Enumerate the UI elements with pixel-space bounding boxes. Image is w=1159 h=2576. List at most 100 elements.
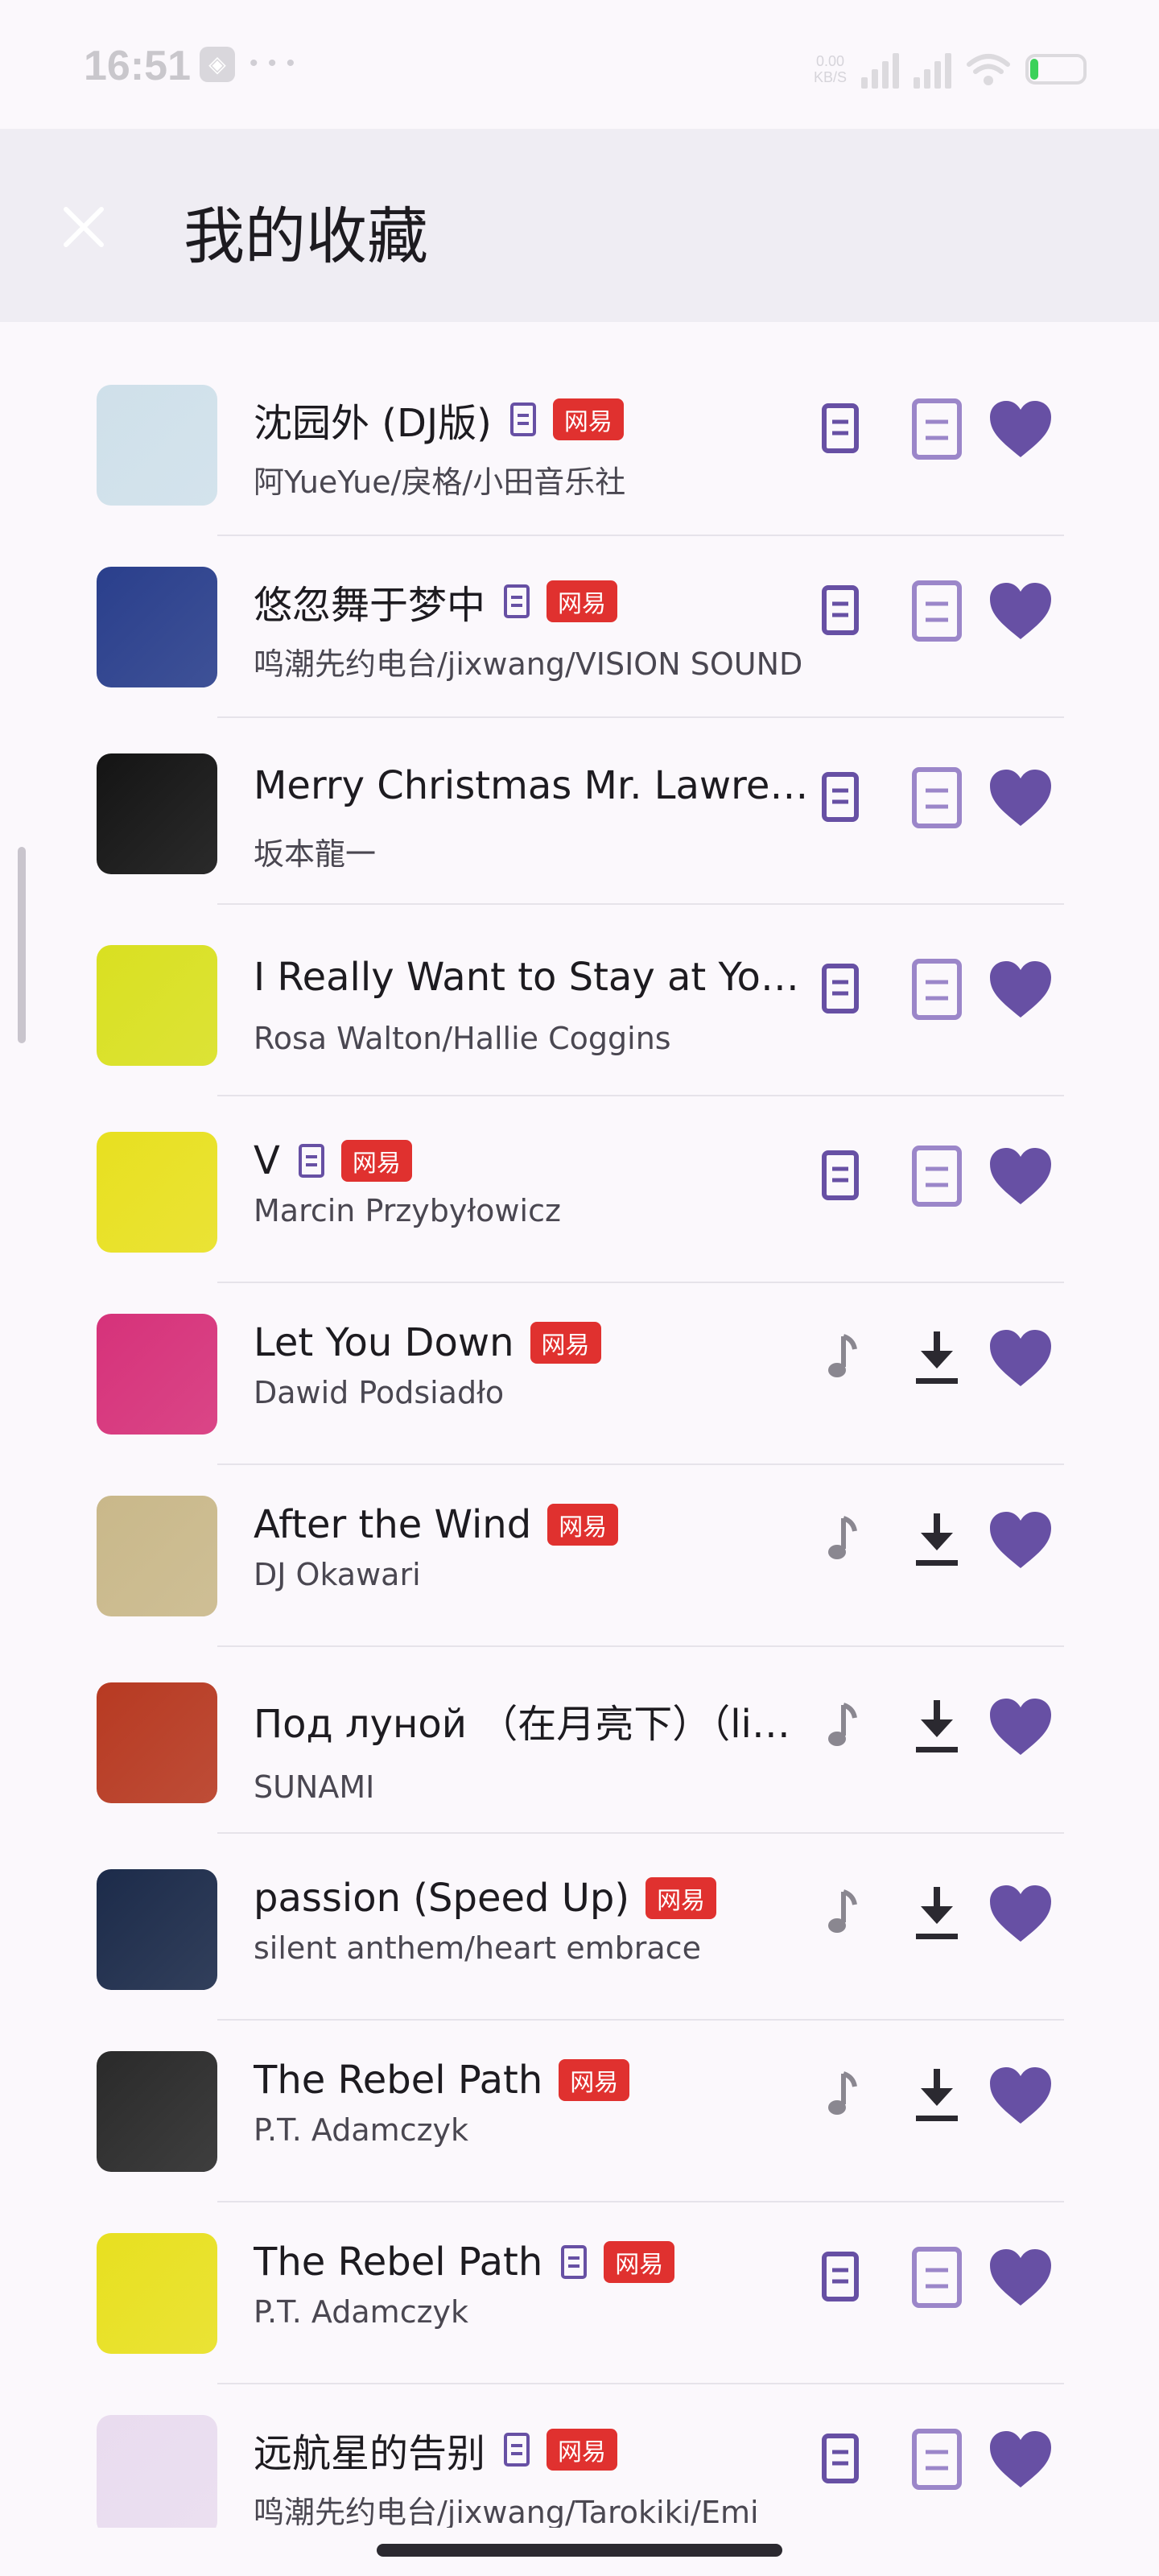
song-row[interactable]: 沈园外 (DJ版) 网易 阿YueYue/戾格/小田音乐社 xyxy=(0,354,1159,536)
song-row[interactable]: passion (Speed Up) 网易 silent anthem/hear… xyxy=(0,1839,1159,2021)
favorite-heart-icon[interactable] xyxy=(987,2246,1054,2310)
lyrics-icon[interactable] xyxy=(816,2248,864,2306)
favorite-heart-icon[interactable] xyxy=(987,2428,1054,2492)
album-cover[interactable] xyxy=(97,945,217,1066)
song-title: The Rebel Path xyxy=(254,2240,543,2285)
album-cover[interactable] xyxy=(97,1314,217,1435)
album-cover[interactable] xyxy=(97,1682,217,1803)
song-artist: 坂本龍一 xyxy=(254,836,377,872)
song-info: After the Wind 网易 DJ Okawari xyxy=(254,1502,817,1592)
lyric-tag-icon xyxy=(504,584,530,618)
song-row[interactable]: I Really Want to Stay at Your House Rosa… xyxy=(0,914,1159,1096)
song-artist: 阿YueYue/戾格/小田音乐社 xyxy=(254,464,626,500)
album-cover[interactable] xyxy=(97,567,217,687)
lyric-tag-icon xyxy=(509,402,536,436)
lyrics-icon[interactable] xyxy=(816,2429,864,2487)
lyrics-icon[interactable] xyxy=(816,399,864,457)
lyric-tag-icon xyxy=(504,2433,530,2467)
song-info: Let You Down 网易 Dawid Podsiadło xyxy=(254,1320,817,1410)
album-cover[interactable] xyxy=(97,2233,217,2354)
download-icon[interactable] xyxy=(908,2062,966,2128)
lyrics-page-icon[interactable] xyxy=(908,578,966,644)
source-badge: 网易 xyxy=(547,2429,618,2471)
song-row[interactable]: V 网易 Marcin Przybyłowicz xyxy=(0,1101,1159,1283)
album-cover[interactable] xyxy=(97,385,217,506)
song-title: I Really Want to Stay at Your House xyxy=(254,955,809,1000)
song-row[interactable]: The Rebel Path 网易 P.T. Adamczyk xyxy=(0,2202,1159,2384)
song-title: After the Wind xyxy=(254,1502,532,1547)
song-artist: silent anthem/heart embrace xyxy=(254,1930,701,1966)
download-icon[interactable] xyxy=(908,1880,966,1946)
lyrics-page-icon[interactable] xyxy=(908,396,966,462)
row-divider xyxy=(217,716,1064,718)
scrollbar-thumb[interactable] xyxy=(18,847,26,1043)
favorite-heart-icon[interactable] xyxy=(987,398,1054,462)
favorite-heart-icon[interactable] xyxy=(987,1327,1054,1391)
song-row[interactable]: 悠忽舞于梦中 网易 鸣潮先约电台/jixwang/VISION SOUND xyxy=(0,536,1159,718)
favorite-heart-icon[interactable] xyxy=(987,958,1054,1022)
home-indicator[interactable] xyxy=(377,2544,782,2557)
song-artist: P.T. Adamczyk xyxy=(254,2112,469,2148)
source-badge: 网易 xyxy=(552,398,624,440)
download-icon[interactable] xyxy=(908,1694,966,1760)
net-speed: 0.00 KB/S xyxy=(814,53,847,85)
favorite-heart-icon[interactable] xyxy=(987,1145,1054,1209)
download-icon[interactable] xyxy=(908,1325,966,1391)
favorite-heart-icon[interactable] xyxy=(987,2064,1054,2128)
song-row[interactable]: The Rebel Path 网易 P.T. Adamczyk xyxy=(0,2021,1159,2202)
song-row[interactable]: Let You Down 网易 Dawid Podsiadło xyxy=(0,1283,1159,1465)
lyrics-page-icon[interactable] xyxy=(908,765,966,831)
song-title: 悠忽舞于梦中 xyxy=(254,583,486,628)
song-artist: 鸣潮先约电台/jixwang/VISION SOUND xyxy=(254,646,803,682)
music-note-icon[interactable] xyxy=(816,1510,864,1568)
album-cover[interactable] xyxy=(97,1132,217,1253)
album-cover[interactable] xyxy=(97,1496,217,1616)
lyrics-icon[interactable] xyxy=(816,768,864,826)
song-title-line: 沈园外 (DJ版) 网易 xyxy=(254,391,817,448)
song-title-line: The Rebel Path 网易 xyxy=(254,2240,817,2285)
source-badge: 网易 xyxy=(547,1504,619,1546)
music-note-icon[interactable] xyxy=(816,2066,864,2124)
favorite-heart-icon[interactable] xyxy=(987,1695,1054,1760)
net-speed-value: 0.00 xyxy=(815,53,844,69)
album-cover[interactable] xyxy=(97,2051,217,2172)
wifi-icon xyxy=(967,54,1010,85)
music-note-icon[interactable] xyxy=(816,1884,864,1942)
song-title-line: 悠忽舞于梦中 网易 xyxy=(254,573,817,630)
row-divider xyxy=(217,1645,1064,1647)
song-row[interactable]: Merry Christmas Mr. Lawrence 坂本龍一 xyxy=(0,723,1159,905)
lyrics-page-icon[interactable] xyxy=(908,2244,966,2310)
song-title: The Rebel Path xyxy=(254,2058,543,2103)
song-artist: Dawid Podsiadło xyxy=(254,1375,505,1410)
song-title: Let You Down xyxy=(254,1320,514,1365)
lyrics-page-icon[interactable] xyxy=(908,1143,966,1209)
lyrics-icon[interactable] xyxy=(816,581,864,639)
favorite-heart-icon[interactable] xyxy=(987,580,1054,644)
song-row[interactable]: Под луной （在月亮下）（live） SUNAMI xyxy=(0,1652,1159,1834)
song-title: Под луной （在月亮下）（live） xyxy=(254,1702,809,1747)
music-note-icon[interactable] xyxy=(816,1328,864,1386)
music-note-icon[interactable] xyxy=(816,1697,864,1755)
lyrics-page-icon[interactable] xyxy=(908,956,966,1022)
cellular-signal-icon xyxy=(861,50,899,89)
favorite-heart-icon[interactable] xyxy=(987,1509,1054,1573)
lyrics-icon[interactable] xyxy=(816,1146,864,1204)
song-artist: Marcin Przybyłowicz xyxy=(254,1193,561,1228)
source-badge: 网易 xyxy=(604,2241,675,2283)
lyrics-page-icon[interactable] xyxy=(908,2426,966,2492)
song-title-line: 远航星的告别 网易 xyxy=(254,2421,817,2478)
lyrics-icon[interactable] xyxy=(816,960,864,1018)
song-info: The Rebel Path 网易 P.T. Adamczyk xyxy=(254,2240,817,2330)
favorite-heart-icon[interactable] xyxy=(987,1882,1054,1946)
close-icon[interactable] xyxy=(55,198,113,256)
download-icon[interactable] xyxy=(908,1507,966,1573)
song-row[interactable]: 远航星的告别 网易 鸣潮先约电台/jixwang/Tarokiki/Emi xyxy=(0,2384,1159,2528)
favorite-heart-icon[interactable] xyxy=(987,766,1054,831)
row-divider xyxy=(217,1832,1064,1834)
album-cover[interactable] xyxy=(97,2415,217,2528)
album-cover[interactable] xyxy=(97,1869,217,1990)
song-row[interactable]: After the Wind 网易 DJ Okawari xyxy=(0,1465,1159,1647)
source-badge: 网易 xyxy=(645,1877,717,1919)
album-cover[interactable] xyxy=(97,753,217,874)
song-info: 远航星的告别 网易 鸣潮先约电台/jixwang/Tarokiki/Emi xyxy=(254,2421,817,2528)
